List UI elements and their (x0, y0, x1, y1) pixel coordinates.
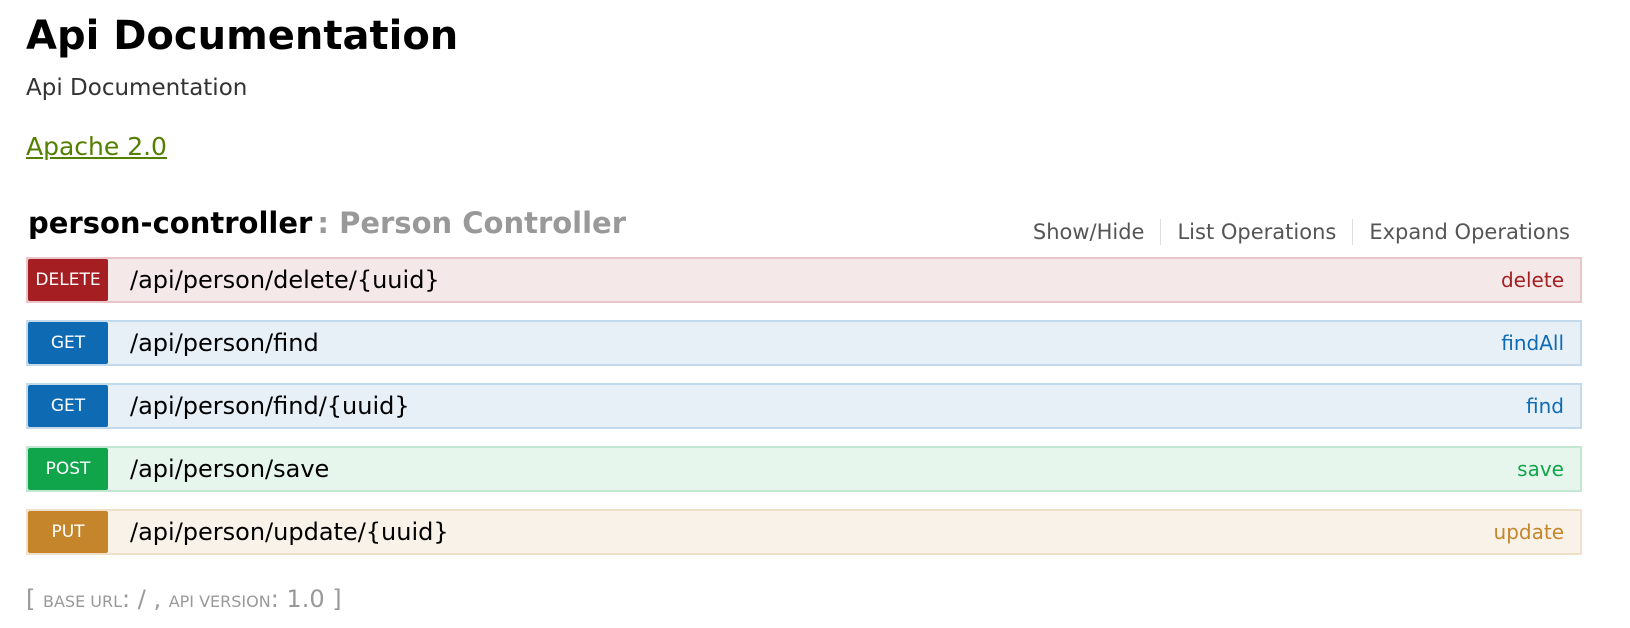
expand-operations-link[interactable]: Expand Operations (1353, 218, 1570, 246)
operation-path[interactable]: /api/person/find/{uuid} (130, 392, 1526, 420)
http-method-badge[interactable]: GET (28, 385, 108, 427)
operation-path[interactable]: /api/person/update/{uuid} (130, 518, 1494, 546)
base-url-label: base url (43, 592, 123, 611)
api-description: Api Documentation (26, 75, 248, 101)
operation-nickname[interactable]: find (1526, 394, 1564, 418)
http-method-badge[interactable]: GET (28, 322, 108, 364)
resource-heading[interactable]: person-controller : Person Controller (28, 203, 626, 248)
license-link[interactable]: Apache 2.0 (26, 131, 167, 163)
api-version-label: api version (168, 592, 271, 611)
show-hide-link[interactable]: Show/Hide (1017, 218, 1161, 246)
base-url-value: : / , (122, 585, 169, 613)
operation-path[interactable]: /api/person/delete/{uuid} (130, 266, 1501, 294)
api-version-value: : 1.0 ] (270, 585, 342, 613)
operation-find-all[interactable]: GET /api/person/find findAll (26, 320, 1582, 366)
operation-nickname[interactable]: save (1517, 457, 1564, 481)
list-operations-link[interactable]: List Operations (1161, 218, 1352, 246)
operation-path[interactable]: /api/person/find (130, 329, 1501, 357)
operation-update[interactable]: PUT /api/person/update/{uuid} update (26, 509, 1582, 555)
resource-options: Show/Hide List Operations Expand Operati… (1017, 218, 1570, 246)
operation-nickname[interactable]: delete (1501, 268, 1564, 292)
operation-nickname[interactable]: findAll (1501, 331, 1564, 355)
http-method-badge[interactable]: POST (28, 448, 108, 490)
http-method-badge[interactable]: PUT (28, 511, 108, 553)
operation-save[interactable]: POST /api/person/save save (26, 446, 1582, 492)
footer-open-bracket: [ (26, 585, 43, 613)
http-method-badge[interactable]: DELETE (28, 259, 108, 301)
api-title: Api Documentation (26, 13, 459, 59)
operation-find[interactable]: GET /api/person/find/{uuid} find (26, 383, 1582, 429)
operation-path[interactable]: /api/person/save (130, 455, 1517, 483)
api-info-footer: [ base url: / , api version: 1.0 ] (26, 584, 342, 617)
resource-description: : Person Controller (317, 206, 627, 240)
operations-list: DELETE /api/person/delete/{uuid} delete … (26, 257, 1582, 572)
operation-delete[interactable]: DELETE /api/person/delete/{uuid} delete (26, 257, 1582, 303)
operation-nickname[interactable]: update (1494, 520, 1564, 544)
resource-name[interactable]: person-controller (28, 206, 312, 240)
